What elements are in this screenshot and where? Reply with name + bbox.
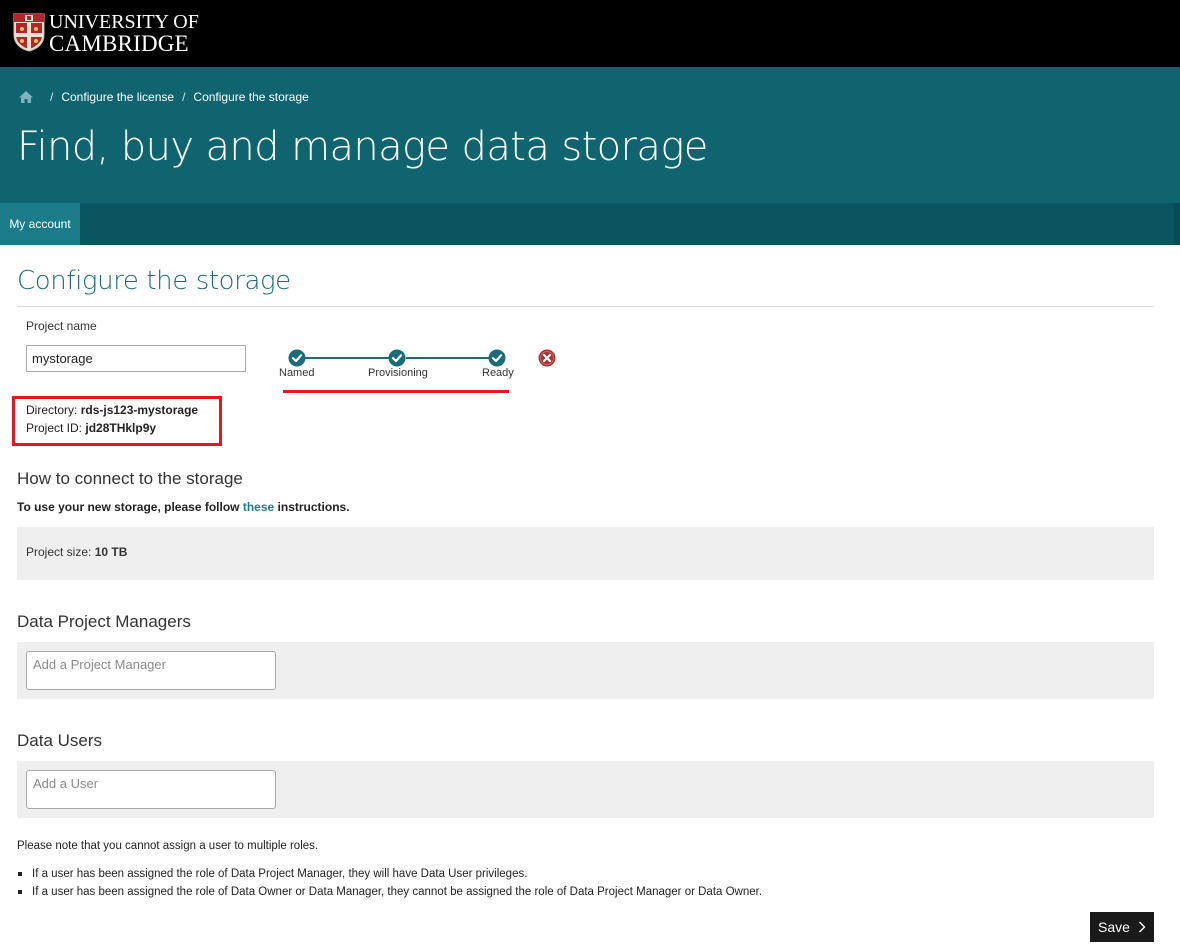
connect-heading: How to connect to the storage [17, 469, 243, 488]
home-icon[interactable] [18, 90, 34, 104]
step-label-ready: Ready [482, 367, 514, 379]
section-title: Configure the storage [17, 266, 291, 296]
progress-stepper: Named Provisioning Ready [279, 348, 520, 382]
check-circle-icon [388, 349, 406, 367]
save-label: Save [1098, 919, 1130, 935]
instructions-suffix: instructions. [277, 500, 350, 514]
instructions-link[interactable]: these [243, 500, 274, 514]
project-manager-input[interactable] [26, 651, 276, 690]
breadcrumb-configure-storage[interactable]: Configure the storage [193, 90, 308, 104]
list-item: If a user has been assigned the role of … [17, 867, 762, 885]
divider [17, 306, 1154, 307]
roles-note: Please note that you cannot assign a use… [17, 840, 319, 852]
logo-line-1: UNIVERSITY OF [49, 11, 199, 33]
breadcrumb-configure-license[interactable]: Configure the license [61, 90, 174, 104]
highlight-underline [283, 390, 509, 393]
nav-edge [1174, 203, 1180, 245]
project-size-label: Project size: [26, 545, 92, 559]
managers-heading: Data Project Managers [17, 612, 191, 631]
chevron-right-icon [1138, 921, 1146, 933]
project-size-panel [17, 527, 1154, 580]
list-item: If a user has been assigned the role of … [17, 885, 762, 903]
instructions-text: To use your new storage, please follow t… [17, 500, 350, 514]
check-circle-icon [288, 349, 306, 367]
cancel-x-icon[interactable] [538, 349, 556, 367]
directory-label: Directory: [26, 403, 78, 417]
breadcrumb-separator: / [182, 90, 186, 104]
user-input[interactable] [26, 770, 276, 809]
breadcrumb-separator: / [50, 90, 54, 104]
project-id-value: jd28THklp9y [85, 421, 157, 435]
step-connector [298, 357, 390, 359]
nav-item-my-account[interactable]: My account [0, 203, 80, 245]
logo-line-2: CAMBRIDGE [49, 31, 189, 56]
check-circle-icon [488, 349, 506, 367]
project-name-label: Project name [26, 319, 97, 333]
step-label-named: Named [279, 367, 315, 379]
step-connector [406, 357, 489, 359]
project-id-label: Project ID: [26, 421, 83, 435]
top-bar: UNIVERSITY OF CAMBRIDGE [0, 0, 1180, 67]
page-title: Find, buy and manage data storage [17, 124, 708, 170]
project-id-line: Project ID: jd28THklp9y [26, 421, 156, 435]
main-nav: My account [0, 203, 1180, 245]
directory-line: Directory: rds-js123-mystorage [26, 403, 198, 417]
instructions-prefix: To use your new storage, please follow [17, 500, 240, 514]
project-name-input[interactable] [26, 345, 246, 372]
roles-bullet-list: If a user has been assigned the role of … [17, 867, 762, 903]
university-logo[interactable]: UNIVERSITY OF CAMBRIDGE [49, 11, 199, 55]
project-size-line: Project size: 10 TB [26, 545, 127, 559]
project-size-value: 10 TB [94, 545, 128, 559]
directory-value: rds-js123-mystorage [80, 403, 199, 417]
cambridge-crest-icon[interactable] [13, 13, 45, 52]
save-button[interactable]: Save [1090, 912, 1154, 942]
users-heading: Data Users [17, 731, 103, 750]
step-label-provisioning: Provisioning [368, 367, 428, 379]
breadcrumb: / Configure the license / Configure the … [18, 89, 309, 105]
